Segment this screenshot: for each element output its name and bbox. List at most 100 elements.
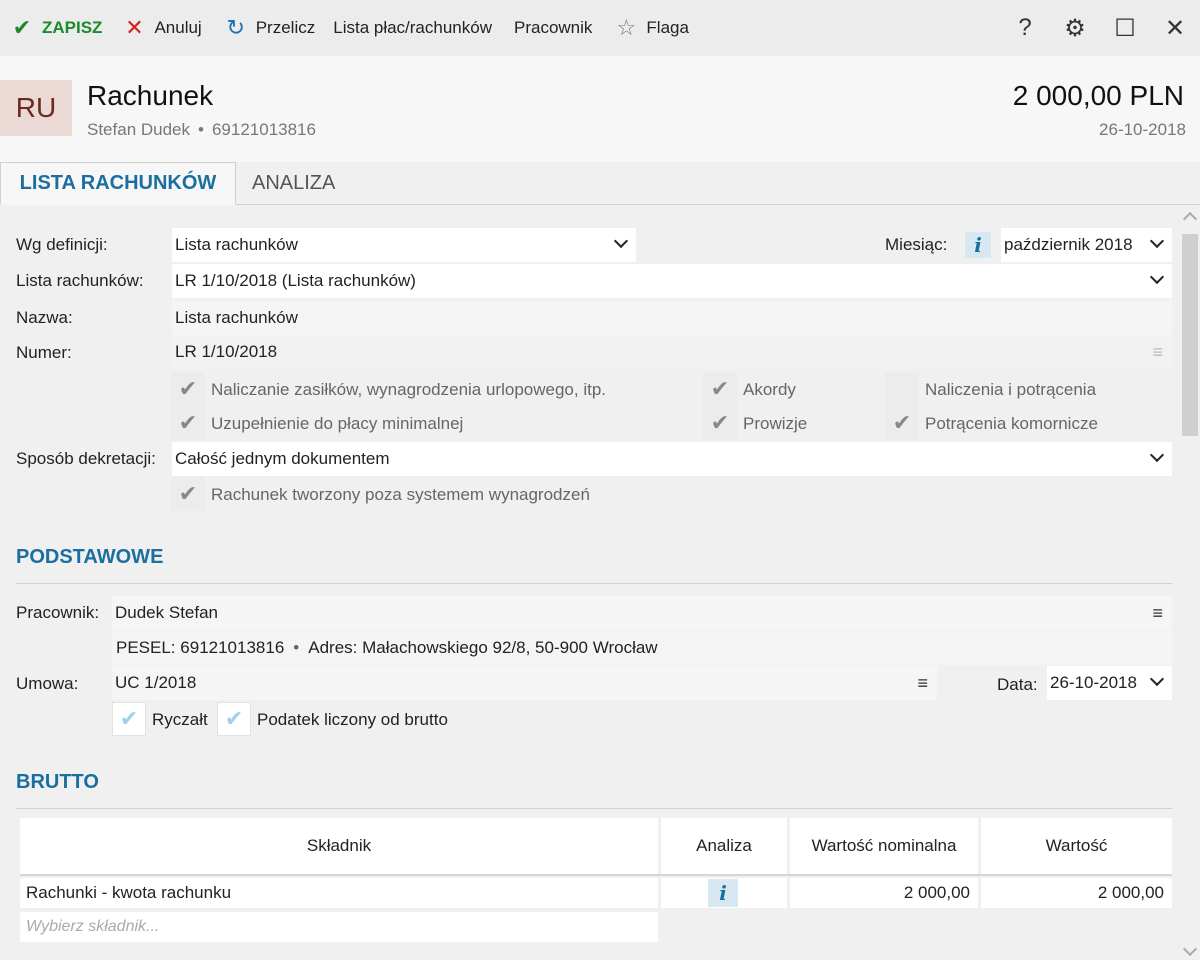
cancel-button[interactable]: ✕ Anuluj — [122, 0, 201, 56]
column-header-value[interactable]: Wartość — [981, 818, 1172, 874]
table-row-component[interactable]: Rachunki - kwota rachunku — [20, 878, 658, 908]
number-value: LR 1/10/2018 — [175, 342, 278, 361]
payroll-list-label: Lista płac/rachunków — [333, 18, 492, 37]
window-controls: ? ⚙ ☐ ✕ — [1000, 0, 1200, 56]
table-row-value[interactable]: 2 000,00 — [981, 878, 1172, 908]
checkbox-commissions[interactable]: ✔ — [703, 406, 737, 440]
month-value: październik 2018 — [1004, 235, 1133, 254]
document-subtitle: Stefan Dudek • 69121013816 — [87, 120, 316, 140]
tab-bar: LISTA RACHUNKÓW ANALIZA — [0, 162, 1200, 205]
chevron-down-icon — [1149, 269, 1165, 285]
employee-field[interactable]: Dudek Stefan ≡ — [112, 596, 1172, 630]
payroll-list-button[interactable]: Lista płac/rachunków — [333, 0, 492, 56]
gear-icon[interactable]: ⚙ — [1050, 14, 1100, 43]
checkbox-gross-tax[interactable]: ✔ — [217, 702, 251, 736]
checkbox-bailiff-deductions[interactable]: ✔ — [885, 406, 919, 440]
checkbox-commissions-label: Prowizje — [743, 414, 808, 433]
number-label: Numer: — [16, 343, 72, 362]
pesel-value: 69121013816 — [180, 638, 285, 657]
toolbar: ✔ ZAPISZ ✕ Anuluj ↻ Przelicz Lista płac/… — [0, 0, 1200, 56]
maximize-icon[interactable]: ☐ — [1100, 14, 1150, 43]
document-header: RU Rachunek Stefan Dudek • 69121013816 2 0… — [0, 56, 1200, 162]
cancel-label: Anuluj — [154, 18, 202, 37]
avatar: RU — [0, 80, 72, 136]
check-icon: ✔ — [12, 15, 32, 40]
column-header-nominal[interactable]: Wartość nominalna — [790, 818, 978, 874]
date-value: 26-10-2018 — [1050, 673, 1137, 692]
info-icon[interactable]: i — [708, 879, 738, 907]
save-button[interactable]: ✔ ZAPISZ — [10, 0, 103, 56]
definition-label: Wg definicji: — [16, 235, 108, 254]
checkbox-minimum-wage[interactable]: ✔ — [171, 406, 205, 440]
checkbox-piecework[interactable]: ✔ — [703, 372, 737, 406]
info-icon[interactable]: i — [965, 232, 991, 258]
checkbox-outside-system-label: Rachunek tworzony poza systemem wynagrod… — [211, 485, 590, 504]
checkbox-outside-system[interactable]: ✔ — [171, 477, 205, 511]
employee-button[interactable]: Pracownik — [514, 0, 592, 56]
date-label: Data: — [997, 675, 1038, 694]
decree-label: Sposób dekretacji: — [16, 449, 156, 468]
definition-select[interactable]: Lista rachunków — [172, 228, 636, 262]
menu-icon[interactable]: ≡ — [917, 673, 928, 694]
scrollbar[interactable] — [1180, 210, 1200, 960]
checkbox-gross-tax-label: Podatek liczony od brutto — [257, 710, 448, 729]
recalculate-button[interactable]: ↻ Przelicz — [224, 0, 316, 56]
menu-icon[interactable]: ≡ — [1152, 603, 1163, 624]
scrollbar-thumb[interactable] — [1182, 234, 1198, 436]
separator-dot: • — [198, 120, 204, 139]
section-podstawowe: PODSTAWOWE — [16, 546, 1172, 584]
name-value: Lista rachunków — [175, 308, 298, 327]
employee-label: Pracownik — [514, 18, 593, 37]
column-header-analysis[interactable]: Analiza — [661, 818, 787, 874]
new-component-input[interactable]: Wybierz składnik... — [20, 912, 658, 942]
checkbox-minimum-wage-label: Uzupełnienie do płacy minimalnej — [211, 414, 464, 433]
decree-value: Całość jednym dokumentem — [175, 449, 390, 468]
month-label: Miesiąc: — [885, 235, 948, 254]
checkbox-benefits[interactable]: ✔ — [171, 372, 205, 406]
decree-select[interactable]: Całość jednym dokumentem — [172, 442, 1172, 476]
checkbox-lump-sum-label: Ryczałt — [152, 710, 208, 729]
checkbox-accruals-deductions[interactable]: ✔ — [885, 372, 919, 406]
checkbox-benefits-label: Naliczanie zasiłków, wynagrodzenia urlop… — [211, 380, 606, 399]
chevron-down-icon — [1149, 233, 1165, 249]
tab-lista-rachunkow[interactable]: LISTA RACHUNKÓW — [0, 162, 236, 205]
scroll-down-icon[interactable] — [1182, 941, 1198, 957]
name-field[interactable]: Lista rachunków — [172, 301, 1172, 335]
menu-icon[interactable]: ≡ — [1152, 342, 1163, 363]
contract-label: Umowa: — [16, 674, 79, 693]
close-icon[interactable]: ✕ — [1150, 14, 1200, 43]
chevron-down-icon — [1149, 671, 1165, 687]
question-icon[interactable]: ? — [1000, 14, 1050, 42]
list-value: LR 1/10/2018 (Lista rachunków) — [175, 271, 416, 290]
address-label: Adres: — [308, 638, 358, 657]
month-select[interactable]: październik 2018 — [1001, 228, 1172, 262]
employee-field-label: Pracownik: — [16, 603, 100, 622]
list-label: Lista rachunków: — [16, 271, 144, 290]
pesel-label: PESEL: — [116, 638, 176, 657]
page-title: Rachunek — [87, 80, 214, 111]
checkbox-lump-sum[interactable]: ✔ — [112, 702, 146, 736]
checkbox-piecework-label: Akordy — [743, 380, 796, 399]
employee-details: PESEL: 69121013816 • Adres: Małachowskie… — [112, 631, 1172, 665]
flag-button[interactable]: ☆ Flaga — [614, 0, 689, 56]
employee-name: Stefan Dudek — [87, 120, 191, 139]
name-label: Nazwa: — [16, 308, 73, 327]
employee-field-value: Dudek Stefan — [115, 603, 219, 622]
scroll-up-icon[interactable] — [1182, 211, 1198, 227]
document-amount: 2 000,00 PLN — [1012, 80, 1184, 111]
table-row-analysis[interactable]: i — [661, 878, 787, 908]
chevron-down-icon — [1149, 447, 1165, 463]
checkbox-bailiff-deductions-label: Potrącenia komornicze — [925, 414, 1098, 433]
contract-field[interactable]: UC 1/2018 ≡ — [112, 666, 937, 700]
list-select[interactable]: LR 1/10/2018 (Lista rachunków) — [172, 264, 1172, 298]
table-row-nominal[interactable]: 2 000,00 — [790, 878, 978, 908]
number-field[interactable]: LR 1/10/2018 ≡ — [172, 335, 1172, 369]
column-header-component[interactable]: Składnik — [20, 818, 658, 874]
address-value: Małachowskiego 92/8, 50-900 Wrocław — [362, 638, 658, 657]
save-label: ZAPISZ — [42, 18, 103, 37]
tab-analiza[interactable]: ANALIZA — [252, 162, 335, 205]
refresh-icon: ↻ — [226, 15, 245, 40]
x-icon: ✕ — [125, 15, 144, 40]
date-select[interactable]: 26-10-2018 — [1047, 666, 1172, 700]
star-icon: ☆ — [616, 15, 637, 40]
